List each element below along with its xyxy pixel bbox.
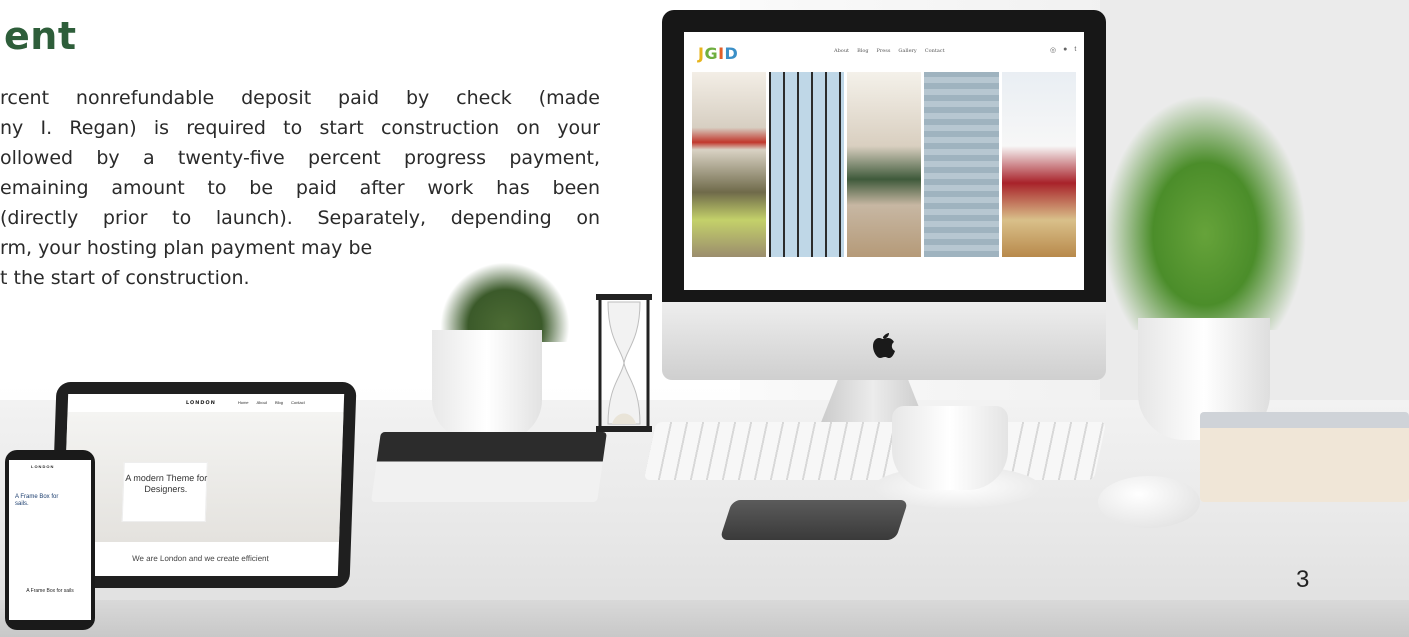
tablet-hero-card: A modern Theme for Designers. <box>121 462 208 522</box>
page: ent rcent nonrefundable deposit paid by … <box>0 0 1409 637</box>
paragraph-line: ollowed by a twenty-five percent progres… <box>0 147 600 169</box>
phone-subheadline: A Frame Box for sails <box>26 588 74 594</box>
gallery-image <box>1001 72 1077 257</box>
apple-logo-icon <box>873 333 895 358</box>
mouse <box>1098 476 1200 528</box>
pinterest-icon: ● <box>1063 46 1068 53</box>
tablet-screen: LONDON Home About Blog Contact A modern … <box>61 394 345 576</box>
tablet-site-logo: LONDON <box>185 400 216 406</box>
nav-item-contact: Contact <box>924 48 945 54</box>
site-logo: JGID <box>698 44 738 63</box>
nav-item-gallery: Gallery <box>898 48 917 54</box>
tablet-site-nav: Home About Blog Contact <box>238 400 305 405</box>
tablet-hero-title: A modern Theme for Designers. <box>125 473 208 494</box>
book-stack <box>1200 412 1409 502</box>
paragraph-line: (directly prior to launch). Separately, … <box>0 207 600 229</box>
keyboard <box>643 422 1107 480</box>
photo-gallery <box>692 72 1077 257</box>
imac-bezel: JGID About Blog Press Gallery Contact ◎ … <box>662 10 1106 302</box>
notebook-stack <box>371 432 607 502</box>
twitter-icon: t <box>1074 46 1077 53</box>
imac-screen: JGID About Blog Press Gallery Contact ◎ … <box>684 32 1084 290</box>
phone-device: LONDON A Frame Box for sails. A Frame Bo… <box>5 450 95 630</box>
tablet-nav-home: Home <box>237 400 249 405</box>
section-heading: ent <box>4 14 77 58</box>
paragraph-line: emaining amount to be paid after work ha… <box>0 177 600 199</box>
smartphone-on-desk <box>719 500 909 540</box>
phone-headline: A Frame Box for sails. <box>15 494 59 507</box>
gallery-image <box>692 72 767 257</box>
site-nav: About Blog Press Gallery Contact <box>834 48 945 54</box>
plant-right <box>1100 90 1310 330</box>
logo-letter: D <box>724 44 739 63</box>
gallery-image <box>769 72 844 257</box>
gallery-image <box>924 72 999 257</box>
page-number: 3 <box>1296 566 1310 593</box>
tablet-nav-blog: Blog <box>274 400 284 405</box>
phone-site-logo: LONDON <box>31 464 55 469</box>
paragraph-line: rm, your hosting plan payment may be <box>0 237 373 259</box>
tablet-nav-about: About <box>256 400 268 405</box>
tablet-nav-contact: Contact <box>290 400 305 405</box>
paragraph-line: ny I. Regan) is required to start constr… <box>0 117 600 139</box>
hourglass-icon <box>596 294 652 432</box>
phone-screen: LONDON A Frame Box for sails. A Frame Bo… <box>9 460 91 620</box>
desk-edge <box>0 600 1409 637</box>
instagram-icon: ◎ <box>1050 47 1057 54</box>
social-icons: ◎ ● t <box>1050 46 1076 54</box>
tablet-footer-text: We are London and we create efficient <box>131 554 269 563</box>
nav-item-about: About <box>834 48 850 54</box>
gallery-image <box>846 72 922 257</box>
tablet-device: LONDON Home About Blog Contact A modern … <box>49 382 357 588</box>
coffee-cup <box>892 406 1008 490</box>
paragraph-line: rcent nonrefundable deposit paid by chec… <box>0 87 600 109</box>
nav-item-press: Press <box>876 48 891 54</box>
logo-letter: G <box>704 44 719 63</box>
nav-item-blog: Blog <box>857 48 869 54</box>
plant-pot-left <box>432 330 542 440</box>
paragraph-line: t the start of construction. <box>0 267 250 289</box>
imac-display: JGID About Blog Press Gallery Contact ◎ … <box>662 10 1106 380</box>
